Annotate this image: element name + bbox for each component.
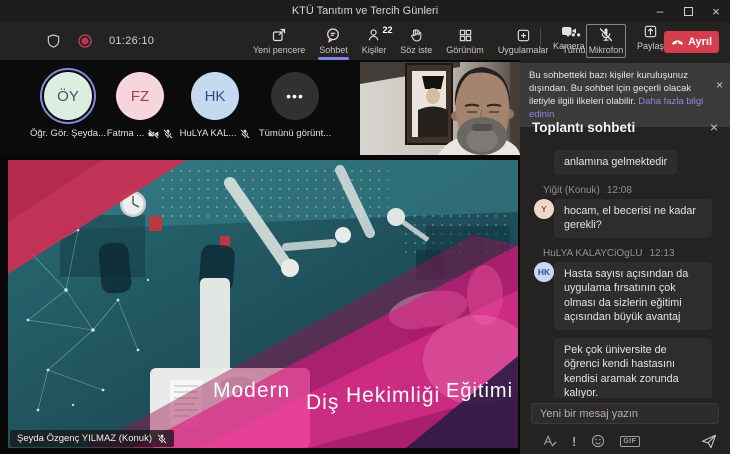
- presentation-stage: Modern Diş Hekimliği Eğitimi Şeyda Özgen…: [0, 155, 520, 454]
- meeting-chat-panel: Bu sohbetteki bazı kişiler kuruluşunuz d…: [520, 60, 730, 454]
- camera-feed-video: [360, 62, 520, 155]
- camera-off-icon: [148, 129, 159, 139]
- camera-button[interactable]: Kamera: [546, 23, 592, 51]
- raise-hand-button[interactable]: Söz iste: [393, 22, 439, 60]
- meeting-timer: 01:26:10: [109, 35, 154, 47]
- grid-view-icon: [458, 27, 473, 43]
- message-author: Yiğit (Konuk): [543, 185, 600, 196]
- avatar: HK: [191, 72, 239, 120]
- maximize-icon: [684, 7, 693, 16]
- message-bubble: Pek çok üniversite de öğrenci kendi hast…: [554, 338, 712, 399]
- view-button[interactable]: Görünüm: [439, 22, 491, 60]
- microphone-muted-icon: [598, 27, 614, 43]
- chat-message-list[interactable]: anlamına gelmektedir Yiğit (Konuk)12:08 …: [520, 148, 730, 398]
- show-all-participants-button[interactable]: ••• Tümünü görünt...: [255, 72, 335, 139]
- mic-off-icon: [163, 129, 173, 139]
- chat-message: anlamına gelmektedir: [534, 150, 722, 175]
- shared-slide: Modern Diş Hekimliği Eğitimi: [8, 160, 518, 448]
- people-button[interactable]: 22 Kişiler: [355, 22, 394, 60]
- format-button[interactable]: [542, 434, 557, 448]
- message-bubble: Hasta sayısı açısından da uygulama fırsa…: [554, 262, 712, 330]
- participant-count-badge: 22: [382, 25, 392, 35]
- avatar: ÖY: [44, 72, 92, 120]
- toolbar-separator: [540, 28, 541, 54]
- chat-title: Toplantı sohbeti: [532, 120, 710, 135]
- gif-button[interactable]: GIF: [620, 436, 639, 447]
- presenter-name-tag: Şeyda Özgenç YILMAZ (Konuk): [10, 430, 174, 447]
- participant-tile-fatma[interactable]: FZ Fatma ...: [100, 72, 180, 139]
- message-meta: HuLYA KALAYCiOgLU 12:13: [543, 248, 722, 259]
- leave-button[interactable]: Ayrıl: [664, 31, 719, 53]
- banner-close-icon[interactable]: ×: [716, 79, 723, 91]
- message-input[interactable]: [531, 403, 719, 424]
- message-time: 12:13: [650, 248, 675, 259]
- message-time: 12:08: [607, 185, 632, 196]
- shield-icon: [46, 33, 61, 49]
- slide-title-word-3: Hekimliği: [346, 384, 440, 407]
- popout-icon: [271, 27, 287, 43]
- message-bubble: anlamına gelmektedir: [554, 150, 677, 175]
- chat-message: HK Hasta sayısı açısından da uygulama fı…: [534, 262, 722, 330]
- overflow-ellipsis-icon: •••: [271, 72, 319, 120]
- participant-tile-seyda[interactable]: ÖY Öğr. Gör. Şeyda...: [28, 72, 108, 139]
- show-all-label: Tümünü görünt...: [259, 128, 331, 139]
- meeting-status: 01:26:10: [46, 22, 154, 60]
- meeting-toolbar: 01:26:10 Yeni pencere Sohbet: [0, 22, 730, 60]
- participant-name: HuLYA KAL...: [180, 128, 251, 139]
- chat-close-icon[interactable]: ×: [710, 119, 718, 135]
- teams-meeting-window: KTÜ Tanıtım ve Tercih Günleri – × 01:26:…: [0, 0, 730, 454]
- close-button[interactable]: ×: [702, 0, 730, 22]
- microphone-button[interactable]: Mikrofon: [586, 24, 626, 58]
- slide-title-word-4: Eğitimi: [446, 380, 513, 402]
- recording-indicator-icon: [78, 34, 92, 48]
- message-meta: Yiğit (Konuk) 12:08: [543, 185, 722, 196]
- maximize-button[interactable]: [674, 0, 702, 22]
- mic-off-icon: [157, 434, 167, 444]
- compose-actions: ! GIF: [520, 428, 730, 454]
- chat-message: Pek çok üniversite de öğrenci kendi hast…: [534, 338, 722, 399]
- emoji-button[interactable]: [591, 434, 605, 448]
- chat-icon: [325, 27, 341, 43]
- titlebar: KTÜ Tanıtım ve Tercih Günleri – ×: [0, 0, 730, 22]
- participant-tile-hulya[interactable]: HK HuLYA KAL...: [175, 72, 255, 139]
- apps-plus-icon: [516, 27, 531, 43]
- avatar: Y: [534, 199, 554, 219]
- avatar: FZ: [116, 72, 164, 120]
- speaking-ring: ÖY: [40, 68, 96, 124]
- avatar: HK: [534, 262, 554, 282]
- send-button[interactable]: [701, 428, 717, 454]
- hangup-icon: [671, 38, 684, 46]
- raise-hand-icon: [409, 27, 424, 43]
- window-title: KTÜ Tanıtım ve Tercih Günleri: [0, 0, 730, 22]
- camera-icon: [561, 23, 577, 39]
- participant-name: Fatma ...: [107, 128, 173, 139]
- share-screen-icon: [643, 23, 658, 39]
- slide-title-word-2: Diş: [306, 391, 339, 414]
- participant-name: Öğr. Gör. Şeyda...: [30, 128, 106, 139]
- people-icon: 22: [367, 27, 382, 43]
- chat-header: Toplantı sohbeti ×: [520, 112, 730, 142]
- window-controls: – ×: [646, 0, 730, 22]
- chat-message: Y hocam, el becerisi ne kadar gerekli?: [534, 199, 722, 238]
- chat-button[interactable]: Sohbet: [312, 22, 355, 60]
- slide-title-word-1: Modern: [213, 379, 290, 402]
- priority-button[interactable]: !: [572, 434, 576, 449]
- message-author: HuLYA KALAYCiOgLU: [543, 248, 643, 259]
- message-bubble: hocam, el becerisi ne kadar gerekli?: [554, 199, 712, 238]
- camera-feed-tile[interactable]: [360, 62, 520, 155]
- participant-filmstrip: ÖY Öğr. Gör. Şeyda... FZ Fatma ...: [0, 60, 520, 155]
- minimize-button[interactable]: –: [646, 0, 674, 22]
- mic-off-icon: [240, 129, 250, 139]
- new-window-button[interactable]: Yeni pencere: [246, 22, 312, 60]
